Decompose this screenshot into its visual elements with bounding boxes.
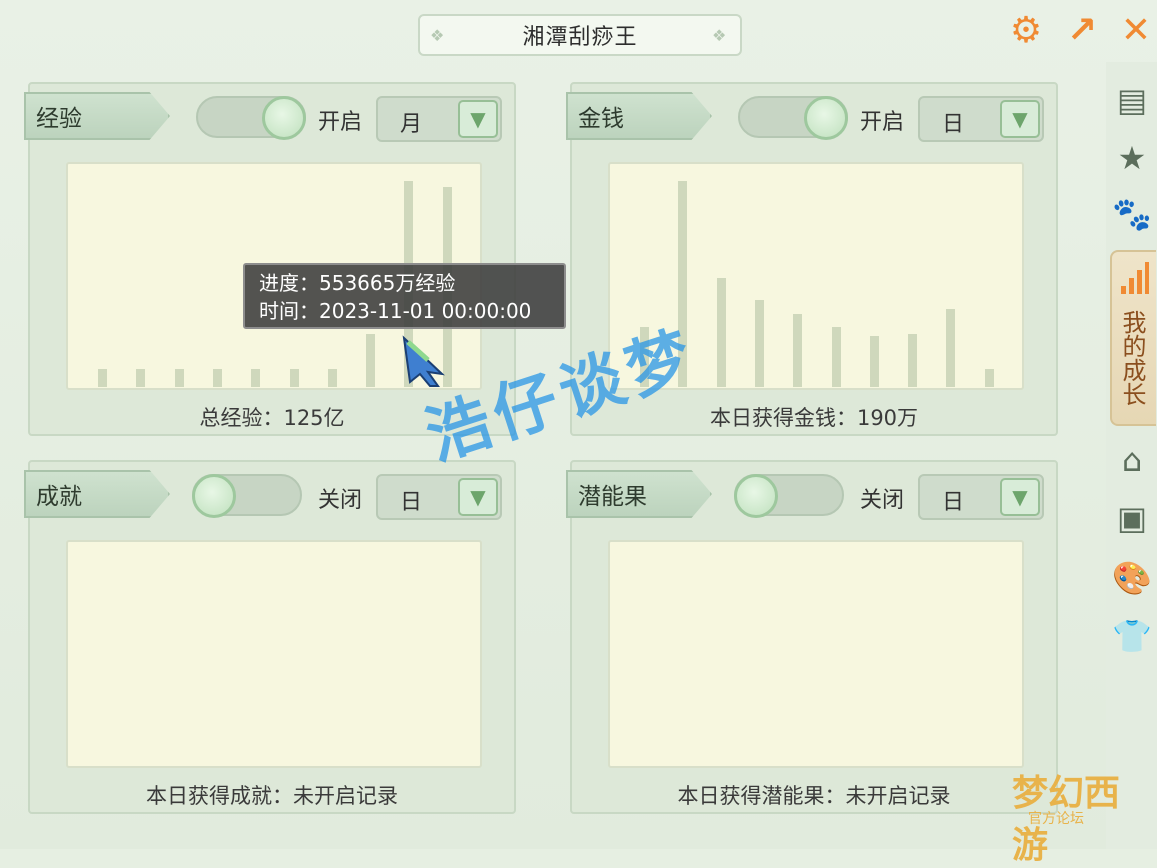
money-period-value: 日 bbox=[942, 112, 965, 137]
chart-bar[interactable] bbox=[908, 334, 918, 387]
potential-summary: 本日获得潜能果：未开启记录 bbox=[677, 784, 951, 808]
exp-period-value: 月 bbox=[400, 112, 423, 137]
storage-box-icon: ▣ bbox=[1116, 499, 1148, 537]
chart-bar[interactable] bbox=[716, 278, 726, 387]
sidebar-growth-label: 我的成长 bbox=[1118, 310, 1146, 406]
popout-button[interactable]: ↗ bbox=[1060, 9, 1104, 51]
panel-tab-achievement: 成就 bbox=[24, 470, 170, 518]
palette-icon: 🎨 bbox=[1112, 559, 1152, 597]
sidebar-item-star[interactable]: ★ bbox=[1110, 136, 1154, 180]
panel-tab-money: 金钱 bbox=[566, 92, 712, 140]
exp-toggle-label: 开启 bbox=[318, 110, 363, 135]
chart-bar[interactable] bbox=[793, 314, 803, 387]
close-x-icon: ✕ bbox=[1120, 9, 1152, 51]
paw-icon: 🐾 bbox=[1112, 195, 1152, 233]
window-titlebar: ❖ 湘潭刮痧王 ❖ bbox=[418, 14, 742, 56]
chevron-down-icon[interactable]: ▼ bbox=[458, 100, 498, 138]
achievement-period-value: 日 bbox=[400, 490, 423, 515]
exp-period-select[interactable]: 月 ▼ bbox=[376, 96, 502, 142]
exp-record-toggle[interactable] bbox=[196, 96, 306, 140]
achievement-period-select[interactable]: 日 ▼ bbox=[376, 474, 502, 520]
toggle-knob bbox=[192, 474, 236, 518]
money-record-toggle[interactable] bbox=[738, 96, 848, 140]
popout-arrow-icon: ↗ bbox=[1066, 9, 1098, 51]
house-icon: ⌂ bbox=[1121, 441, 1143, 479]
star-icon: ★ bbox=[1117, 139, 1147, 177]
chart-bar[interactable] bbox=[984, 369, 994, 387]
chart-bar[interactable] bbox=[327, 369, 337, 387]
chart-bar[interactable] bbox=[136, 369, 146, 387]
sidebar-item-pet[interactable]: 🐾 bbox=[1110, 192, 1154, 236]
gear-icon: ⚙ bbox=[1009, 9, 1043, 51]
potential-period-value: 日 bbox=[942, 490, 965, 515]
toggle-knob bbox=[262, 96, 306, 140]
chevron-down-icon[interactable]: ▼ bbox=[1000, 478, 1040, 516]
right-ornament-icon: ❖ bbox=[712, 26, 727, 45]
settings-button[interactable]: ⚙ bbox=[1004, 9, 1048, 51]
sidebar-item-palette[interactable]: 🎨 bbox=[1110, 556, 1154, 600]
money-period-select[interactable]: 日 ▼ bbox=[918, 96, 1044, 142]
chart-bar[interactable] bbox=[831, 327, 841, 387]
close-button[interactable]: ✕ bbox=[1114, 9, 1157, 51]
chart-bar[interactable] bbox=[98, 369, 107, 387]
forum-logo: 梦幻西游 官方论坛 bbox=[1012, 764, 1152, 866]
chart-bar[interactable] bbox=[289, 369, 299, 387]
tooltip-time: 时间：2023-11-01 00:00:00 bbox=[259, 299, 532, 323]
potential-record-toggle[interactable] bbox=[734, 474, 844, 518]
chat-icon: ▤ bbox=[1116, 81, 1148, 119]
window-title: 湘潭刮痧王 bbox=[522, 25, 638, 50]
sidebar-item-storage[interactable]: ▣ bbox=[1110, 496, 1154, 540]
chevron-down-icon[interactable]: ▼ bbox=[1000, 100, 1040, 138]
chart-bar[interactable] bbox=[174, 369, 184, 387]
potential-period-select[interactable]: 日 ▼ bbox=[918, 474, 1044, 520]
achievement-summary: 本日获得成就：未开启记录 bbox=[146, 784, 398, 808]
money-toggle-label: 开启 bbox=[860, 110, 905, 135]
potential-toggle-label: 关闭 bbox=[860, 488, 905, 513]
panel-achievement: 成就 关闭 日 ▼ 本日获得成就：未开启记录 bbox=[24, 460, 516, 814]
growth-window: ❖ 湘潭刮痧王 ❖ ⚙ ↗ ✕ 经验 开启 月 ▼ 总经验：125亿 金钱 开启… bbox=[0, 0, 1157, 866]
chart-bar[interactable] bbox=[251, 369, 261, 387]
logo-subtext: 官方论坛 bbox=[1028, 811, 1084, 827]
left-ornament-icon: ❖ bbox=[430, 26, 445, 45]
sidebar-item-home[interactable]: ⌂ bbox=[1110, 438, 1154, 482]
chart-bar[interactable] bbox=[754, 300, 764, 387]
chart-bar[interactable] bbox=[366, 334, 376, 387]
achievement-toggle-label: 关闭 bbox=[318, 488, 363, 513]
chart-bar[interactable] bbox=[212, 369, 222, 387]
panel-tab-exp: 经验 bbox=[24, 92, 170, 140]
achievement-chart bbox=[66, 540, 482, 768]
sidebar-item-outfit[interactable]: 👕 bbox=[1110, 614, 1154, 658]
panel-tab-potential: 潜能果 bbox=[566, 470, 712, 518]
panel-potential: 潜能果 关闭 日 ▼ 本日获得潜能果：未开启记录 bbox=[566, 460, 1058, 814]
tooltip-progress: 进度：553665万经验 bbox=[259, 271, 456, 295]
sidebar-item-growth[interactable]: 我的成长 bbox=[1110, 250, 1156, 426]
exp-bar-tooltip: 进度：553665万经验 时间：2023-11-01 00:00:00 bbox=[243, 263, 566, 329]
chevron-down-icon[interactable]: ▼ bbox=[458, 478, 498, 516]
growth-bars-icon bbox=[1121, 262, 1149, 294]
chart-bar[interactable] bbox=[869, 336, 879, 387]
sidebar-item-chat[interactable]: ▤ bbox=[1110, 78, 1154, 122]
achievement-record-toggle[interactable] bbox=[192, 474, 302, 518]
shirt-icon: 👕 bbox=[1112, 617, 1152, 655]
potential-chart bbox=[608, 540, 1024, 768]
chart-bar[interactable] bbox=[946, 309, 956, 387]
toggle-knob bbox=[734, 474, 778, 518]
toggle-knob bbox=[804, 96, 848, 140]
